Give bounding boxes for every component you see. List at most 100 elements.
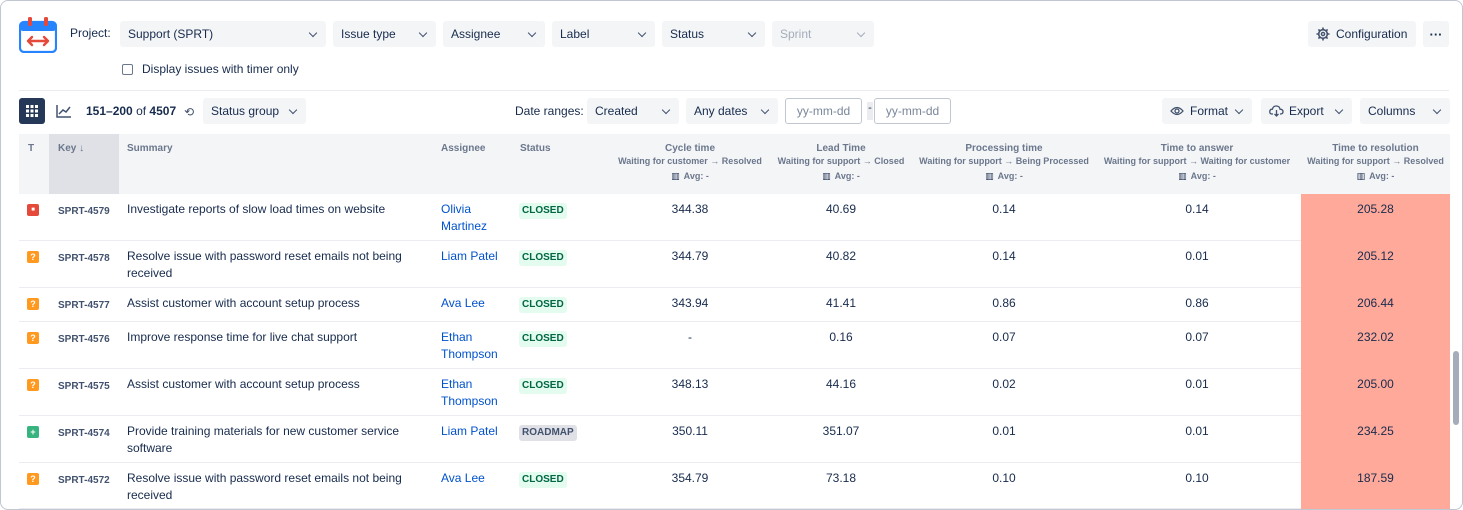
assignee-link[interactable]: Olivia Martinez: [441, 201, 511, 235]
column-header-type[interactable]: T: [28, 143, 34, 154]
table-row[interactable]: ? SPRT-4572 Resolve issue with password re…: [19, 463, 1450, 509]
column-header-assignee[interactable]: Assignee: [441, 143, 485, 154]
time-to-resolution-value: 205.12: [1357, 249, 1394, 263]
date-field-value: Created: [595, 104, 638, 118]
timer-only-checkbox[interactable]: Display issues with timer only: [122, 62, 299, 76]
metric-title: Processing time: [965, 143, 1043, 154]
assignee-filter[interactable]: Assignee: [443, 21, 545, 47]
column-header-status[interactable]: Status: [520, 143, 551, 154]
issue-key-link[interactable]: SPRT-4575: [58, 378, 110, 395]
status-group-select[interactable]: Status group: [203, 98, 306, 124]
assignee-link[interactable]: Ethan Thompson: [441, 329, 511, 363]
timer-only-label: Display issues with timer only: [142, 62, 299, 76]
date-to-input[interactable]: yy-mm-dd: [874, 98, 951, 124]
issue-summary[interactable]: Resolve issue with password reset emails…: [127, 470, 427, 504]
columns-button[interactable]: Columns: [1360, 98, 1450, 124]
metric-subtitle: Waiting for customer → Resolved: [618, 156, 762, 166]
metric-title: Cycle time: [664, 143, 716, 154]
status-badge: CLOSED: [519, 250, 567, 266]
time-to-answer-value: 0.01: [1185, 424, 1209, 438]
gear-icon: [1316, 27, 1330, 41]
cycle-time-value: 348.13: [671, 377, 709, 391]
table-row[interactable]: + SPRT-4574 Provide training materials for…: [19, 416, 1450, 463]
bug-type-icon: ■: [27, 204, 39, 216]
table-row[interactable]: ? SPRT-4575 Assist customer with account s…: [19, 369, 1450, 416]
processing-time-value: 0.14: [992, 249, 1016, 263]
line-chart-icon: [56, 105, 71, 118]
column-header-processing-time[interactable]: Processing time Waiting for support → Be…: [915, 142, 1093, 183]
label-filter[interactable]: Label: [552, 21, 655, 47]
configuration-label: Configuration: [1336, 27, 1408, 41]
issue-type-filter[interactable]: Issue type: [333, 21, 436, 47]
project-select[interactable]: Support (SPRT): [120, 21, 326, 47]
assignee-link[interactable]: Ava Lee: [441, 295, 511, 312]
metric-subtitle: Waiting for support → Closed: [777, 156, 905, 166]
assignee-link[interactable]: Liam Patel: [441, 248, 511, 265]
issue-summary[interactable]: Assist customer with account setup proce…: [127, 376, 427, 393]
issue-key-link[interactable]: SPRT-4576: [58, 331, 110, 348]
issue-summary[interactable]: Improve response time for live chat supp…: [127, 329, 427, 346]
date-separator: -: [867, 102, 873, 120]
processing-time-value: 0.07: [992, 330, 1016, 344]
column-header-summary[interactable]: Summary: [127, 143, 173, 154]
time-to-resolution-value: 187.59: [1357, 471, 1394, 485]
table-row[interactable]: ? SPRT-4577 Assist customer with account s…: [19, 288, 1450, 322]
status-filter[interactable]: Status: [662, 21, 765, 47]
table-row[interactable]: ? SPRT-4576 Improve response time for live…: [19, 322, 1450, 369]
date-from-input[interactable]: yy-mm-dd: [785, 98, 862, 124]
issue-key-link[interactable]: SPRT-4572: [58, 472, 110, 489]
table-row[interactable]: ? SPRT-4578 Resolve issue with password re…: [19, 241, 1450, 288]
assignee-filter-label: Assignee: [451, 27, 501, 41]
issue-summary[interactable]: Assist customer with account setup proce…: [127, 295, 427, 312]
refresh-icon[interactable]: ⟲: [184, 105, 194, 119]
issue-key-link[interactable]: SPRT-4574: [58, 425, 110, 442]
grid-view-button[interactable]: [19, 98, 45, 124]
chevron-down-icon: [1334, 106, 1344, 116]
time-to-resolution-value: 234.25: [1357, 424, 1394, 438]
cycle-time-value: -: [688, 330, 692, 344]
column-header-time-to-answer[interactable]: Time to answer Waiting for support → Wai…: [1099, 142, 1295, 183]
column-header-time-to-resolution[interactable]: Time to resolution Waiting for support →…: [1303, 142, 1448, 183]
more-actions-button[interactable]: ···: [1423, 21, 1449, 47]
range-of: of: [136, 104, 147, 118]
assignee-link[interactable]: Liam Patel: [441, 423, 511, 440]
vertical-scrollbar[interactable]: [1453, 351, 1459, 425]
time-to-answer-value: 0.14: [1185, 202, 1209, 216]
calculator-icon: ▥: [822, 171, 831, 181]
chevron-down-icon: [1234, 106, 1244, 116]
status-filter-label: Status: [670, 27, 705, 41]
issue-key-link[interactable]: SPRT-4578: [58, 250, 110, 267]
column-header-lead-time[interactable]: Lead Time Waiting for support → Closed ▥…: [773, 142, 909, 183]
metric-avg: ▥ Avg: -: [915, 170, 1093, 183]
issue-summary[interactable]: Provide training materials for new custo…: [127, 423, 427, 457]
time-to-answer-value: 0.07: [1185, 330, 1209, 344]
calendar-app-icon: [18, 17, 58, 54]
column-header-key[interactable]: Key ↓: [58, 143, 84, 154]
issue-key-link[interactable]: SPRT-4579: [58, 203, 110, 220]
format-button[interactable]: Format: [1162, 98, 1252, 124]
issue-type-filter-label: Issue type: [341, 27, 396, 41]
date-preset-select[interactable]: Any dates: [686, 98, 778, 124]
checkbox-box[interactable]: [122, 63, 133, 75]
grid-icon: [26, 105, 38, 117]
chart-view-button[interactable]: [51, 98, 77, 124]
divider: [19, 90, 1449, 91]
assignee-link[interactable]: Ava Lee: [441, 470, 511, 487]
lead-time-value: 40.82: [825, 249, 857, 263]
issue-summary[interactable]: Resolve issue with password reset emails…: [127, 248, 427, 282]
chevron-down-icon: [661, 106, 671, 116]
processing-time-value: 0.02: [992, 377, 1016, 391]
export-button[interactable]: Export: [1261, 98, 1352, 124]
issue-key-link[interactable]: SPRT-4577: [58, 297, 110, 314]
issue-summary[interactable]: Investigate reports of slow load times o…: [127, 201, 427, 218]
lead-time-value: 40.69: [825, 202, 857, 216]
column-header-cycle-time[interactable]: Cycle time Waiting for customer → Resolv…: [617, 142, 763, 183]
assignee-link[interactable]: Ethan Thompson: [441, 376, 511, 410]
time-to-resolution-value: 206.44: [1357, 296, 1394, 310]
date-field-select[interactable]: Created: [587, 98, 679, 124]
configuration-button[interactable]: Configuration: [1308, 21, 1416, 47]
question-type-icon: ?: [27, 298, 39, 310]
time-to-answer-value: 0.10: [1185, 471, 1209, 485]
processing-time-value: 0.14: [992, 202, 1016, 216]
table-row[interactable]: ■ SPRT-4579 Investigate reports of slow lo…: [19, 194, 1450, 241]
